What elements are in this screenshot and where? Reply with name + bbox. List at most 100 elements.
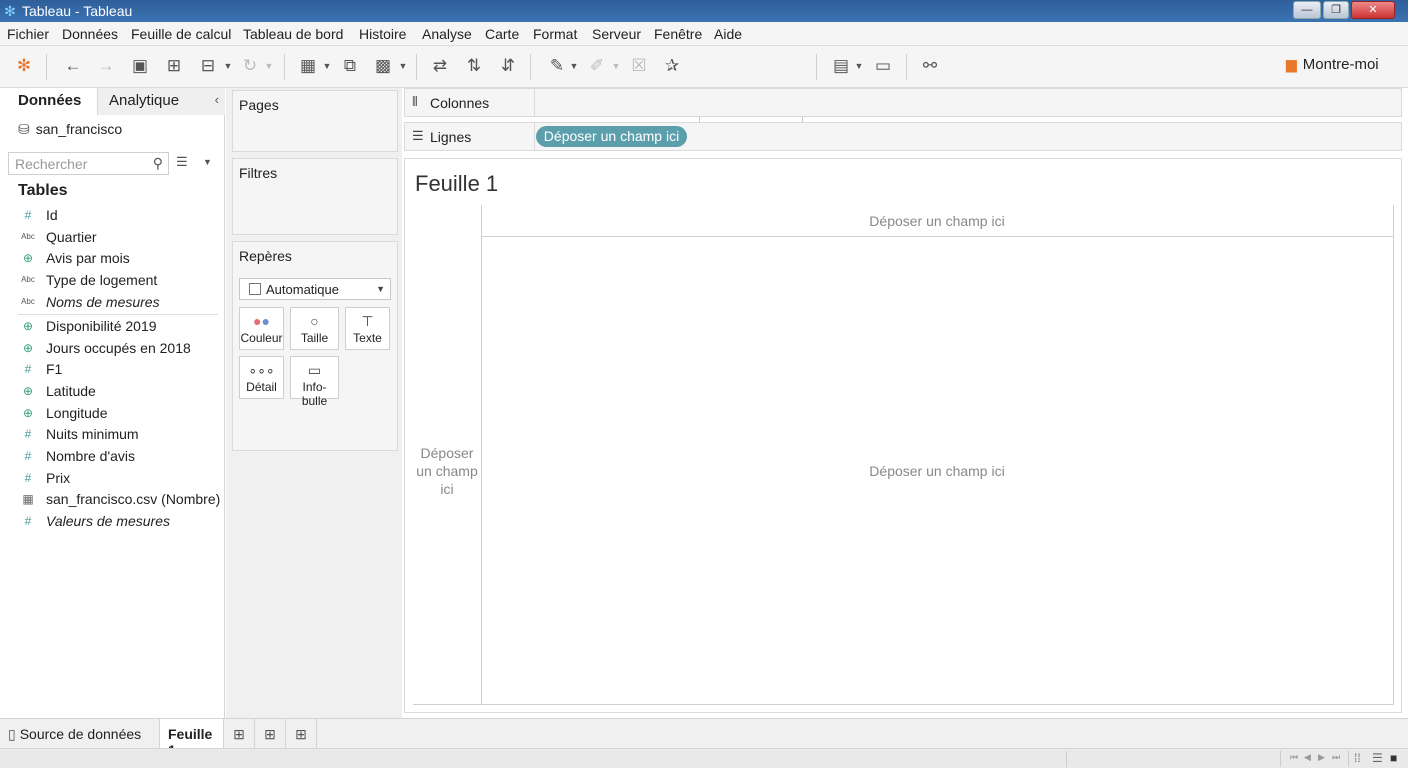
field-item[interactable]: # F1 — [0, 359, 225, 380]
show-me-button[interactable]: ▆ Montre-moi — [1286, 56, 1379, 73]
columns-shelf[interactable]: ⦀ Colonnes — [404, 88, 1402, 117]
chevron-down-icon[interactable]: ▼ — [398, 54, 408, 78]
clear-sheet-icon[interactable]: ▩ — [371, 54, 395, 78]
minimize-button[interactable]: — — [1293, 1, 1321, 19]
mark-type-select[interactable]: Automatique ▼ — [239, 278, 391, 300]
sort-ascending-icon[interactable]: ⇅ — [462, 54, 486, 78]
marks-card: Repères Automatique ▼ ●● Couleur ○ Taill… — [232, 241, 398, 451]
field-item[interactable]: ⊕ Avis par mois — [0, 248, 225, 269]
new-worksheet-icon[interactable]: ▦ — [296, 54, 320, 78]
tooltip-button[interactable]: ▭ Info-bulle — [290, 356, 339, 408]
previous-sheet-icon[interactable]: ◀ — [1304, 752, 1311, 763]
last-sheet-icon[interactable]: ⏭ — [1332, 752, 1340, 763]
menu-format[interactable]: Format — [533, 26, 577, 42]
tabs-view-icon[interactable]: ■ — [1390, 751, 1397, 765]
presentation-mode-icon[interactable]: ▭ — [871, 54, 895, 78]
share-icon[interactable]: ⚯ — [918, 54, 942, 78]
menu-tableau-de-bord[interactable]: Tableau de bord — [243, 26, 343, 42]
tables-heading: Tables — [18, 182, 68, 199]
field-item[interactable]: Abc Noms de mesures — [0, 292, 225, 313]
chevron-down-icon: ▼ — [376, 284, 385, 294]
chevron-down-icon[interactable]: ▼ — [223, 54, 233, 78]
datasource-tab[interactable]: ▯ Source de données — [0, 719, 160, 749]
menu-histoire[interactable]: Histoire — [359, 26, 406, 42]
new-dashboard-icon[interactable]: ⊞ — [255, 719, 286, 749]
undo-icon[interactable]: ← — [61, 54, 85, 78]
highlight-icon[interactable]: ✎ — [545, 54, 569, 78]
sheet-tab-feuille-1[interactable]: Feuille 1 — [160, 719, 224, 758]
sheet-sorter-icon[interactable]: ⁞⁞ — [1354, 751, 1361, 765]
field-item[interactable]: ⊕ Disponibilité 2019 — [0, 316, 225, 337]
chevron-left-icon[interactable]: ‹ — [215, 92, 219, 107]
datasource-icon: ⛁ — [18, 121, 30, 137]
field-item[interactable]: Abc Type de logement — [0, 270, 225, 291]
group-members-icon[interactable]: ✐ — [585, 54, 609, 78]
tab-analytics[interactable]: Analytique ‹ — [98, 88, 225, 115]
chevron-down-icon[interactable]: ▼ — [854, 54, 864, 78]
show-cards-icon[interactable]: ▤ — [829, 54, 853, 78]
field-item[interactable]: ⊕ Jours occupés en 2018 — [0, 338, 225, 359]
chevron-down-icon[interactable]: ▼ — [611, 54, 621, 78]
size-button[interactable]: ○ Taille — [290, 307, 339, 350]
datasource-item[interactable]: ⛁ san_francisco — [18, 121, 122, 138]
sort-descending-icon[interactable]: ⇵ — [496, 54, 520, 78]
data-pane-tabs: Données Analytique ‹ — [0, 88, 225, 115]
pages-shelf[interactable]: Pages — [232, 90, 398, 152]
filmstrip-icon[interactable]: ☰ — [1372, 751, 1383, 765]
chevron-down-icon[interactable]: ▼ — [264, 54, 274, 78]
row-drop-zone[interactable]: Déposer un champ ici — [413, 444, 481, 498]
redo-icon[interactable]: → — [94, 54, 118, 78]
view-drop-zone[interactable]: Déposer un champ ici — [481, 463, 1393, 479]
column-drop-zone[interactable]: Déposer un champ ici — [481, 213, 1393, 229]
tableau-home-icon[interactable]: ✻ — [12, 54, 36, 78]
chevron-down-icon[interactable]: ▼ — [203, 157, 212, 167]
status-separator — [1348, 751, 1349, 767]
menu-analyse[interactable]: Analyse — [422, 26, 472, 42]
field-item[interactable]: ▦ san_francisco.csv (Nombre) — [0, 489, 225, 510]
field-item[interactable]: # Nombre d'avis — [0, 446, 225, 467]
chevron-down-icon[interactable]: ▼ — [569, 54, 579, 78]
color-button[interactable]: ●● Couleur — [239, 307, 284, 350]
field-item[interactable]: ⊕ Longitude — [0, 403, 225, 424]
menu-carte[interactable]: Carte — [485, 26, 519, 42]
label-button[interactable]: ⊤ Texte — [345, 307, 390, 350]
menu-serveur[interactable]: Serveur — [592, 26, 641, 42]
field-item[interactable]: # Prix — [0, 468, 225, 489]
save-icon[interactable]: ▣ — [128, 54, 152, 78]
data-pane: Données Analytique ‹ ⛁ san_francisco Rech… — [0, 88, 225, 718]
close-button[interactable]: ✕ — [1351, 1, 1395, 19]
field-item[interactable]: # Valeurs de mesures — [0, 511, 225, 532]
show-labels-icon[interactable]: ☒ — [627, 54, 651, 78]
sheet-title[interactable]: Feuille 1 — [415, 171, 498, 197]
menu-fenetre[interactable]: Fenêtre — [654, 26, 702, 42]
refresh-icon[interactable]: ↻ — [238, 54, 262, 78]
menu-aide[interactable]: Aide — [714, 26, 742, 42]
new-story-icon[interactable]: ⊞ — [286, 719, 317, 749]
menu-feuille-de-calcul[interactable]: Feuille de calcul — [131, 26, 231, 42]
tab-data[interactable]: Données — [0, 88, 98, 115]
field-item[interactable]: # Id — [0, 205, 225, 226]
menu-fichier[interactable]: Fichier — [7, 26, 49, 42]
maximize-button[interactable]: ❐ — [1323, 1, 1349, 19]
search-input[interactable]: Rechercher ⚲ — [8, 152, 169, 175]
number-icon: # — [24, 208, 32, 222]
next-sheet-icon[interactable]: ▶ — [1318, 752, 1325, 763]
first-sheet-icon[interactable]: ⏮ — [1290, 752, 1298, 763]
field-item[interactable]: Abc Quartier — [0, 227, 225, 248]
rows-drop-pill[interactable]: Déposer un champ ici — [536, 126, 687, 147]
menu-donnees[interactable]: Données — [62, 26, 118, 42]
field-item[interactable]: # Nuits minimum — [0, 424, 225, 445]
swap-rows-columns-icon[interactable]: ⇄ — [428, 54, 452, 78]
chevron-down-icon[interactable]: ▼ — [322, 54, 332, 78]
list-view-icon[interactable]: ☰ — [176, 154, 188, 170]
field-item[interactable]: ⊕ Latitude — [0, 381, 225, 402]
new-datasource-icon[interactable]: ⊞ — [162, 54, 186, 78]
filters-shelf[interactable]: Filtres — [232, 158, 398, 235]
new-worksheet-icon[interactable]: ⊞ — [224, 719, 255, 749]
pin-axes-icon[interactable]: ✰ — [660, 54, 684, 78]
detail-button[interactable]: ∘∘∘ Détail — [239, 356, 284, 399]
pause-updates-icon[interactable]: ⊟ — [196, 54, 220, 78]
columns-label: Colonnes — [430, 95, 490, 111]
label-label: Texte — [353, 331, 382, 345]
duplicate-sheet-icon[interactable]: ⧉ — [338, 54, 362, 78]
